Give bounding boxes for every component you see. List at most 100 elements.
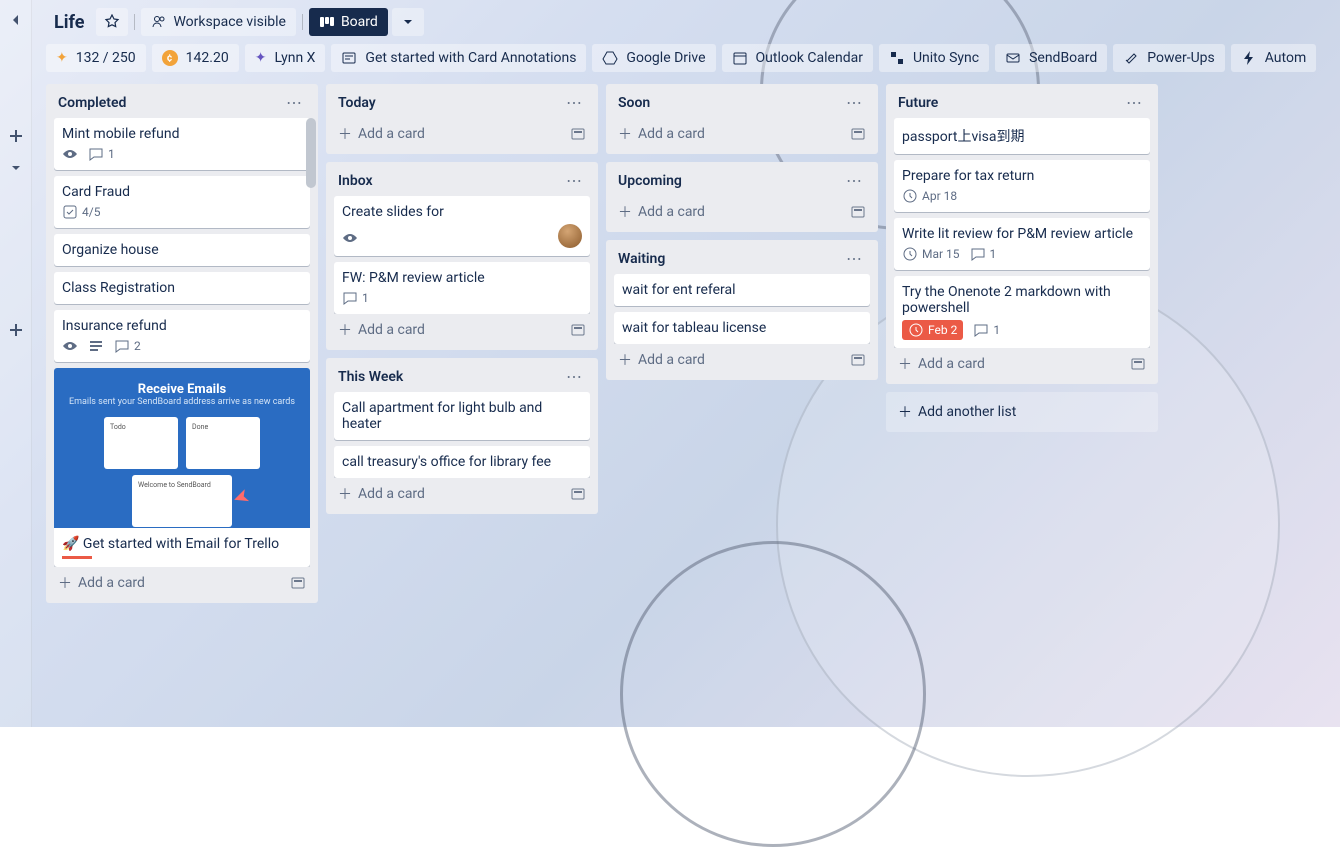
board-canvas[interactable]: Completed ⋯ Mint mobile refund1 Card Frau…	[42, 80, 1330, 720]
add-card-button[interactable]: ＋Add a card	[618, 202, 705, 222]
card[interactable]: FW: P&M review article1	[334, 262, 590, 314]
card-title: Card Fraud	[62, 184, 302, 200]
rail-add2-icon[interactable]	[4, 318, 28, 342]
template-button[interactable]	[290, 575, 306, 591]
powerup-drive[interactable]: Google Drive	[592, 44, 715, 72]
card[interactable]: Organize house	[54, 234, 310, 266]
rail-expand-icon[interactable]	[4, 156, 28, 180]
add-card-button[interactable]: ＋Add a card	[338, 124, 425, 144]
list-menu-button[interactable]: ⋯	[282, 94, 306, 112]
plus-icon: ＋	[58, 573, 72, 593]
member-avatar[interactable]	[558, 224, 582, 248]
credits-button[interactable]: ¢142.20	[152, 44, 239, 72]
due-badge: Apr 18	[902, 188, 957, 204]
add-list-button[interactable]: ＋Add another list	[886, 392, 1158, 432]
watch-badge	[342, 230, 358, 246]
board-view-button[interactable]: Board	[309, 8, 388, 36]
tool-label: SendBoard	[1029, 50, 1097, 66]
card[interactable]: Receive Emails Emails sent your SendBoar…	[54, 368, 310, 567]
card[interactable]: Insurance refund2	[54, 310, 310, 362]
comments-badge: 1	[88, 146, 115, 162]
workspace-visibility-button[interactable]: Workspace visible	[141, 8, 295, 36]
card[interactable]: Prepare for tax returnApr 18	[894, 160, 1150, 212]
template-button[interactable]	[570, 486, 586, 502]
left-rail	[0, 0, 32, 727]
add-card-button[interactable]: ＋Add a card	[618, 350, 705, 370]
tool-label: Google Drive	[626, 50, 705, 66]
rocket-icon	[1123, 50, 1139, 66]
add-card-button[interactable]: ＋Add a card	[338, 320, 425, 340]
card[interactable]: Call apartment for light bulb and heater	[334, 392, 590, 440]
card[interactable]: Mint mobile refund1	[54, 118, 310, 170]
comment-icon	[973, 322, 989, 338]
template-button[interactable]	[850, 204, 866, 220]
powerup-unito[interactable]: Unito Sync	[879, 44, 989, 72]
card[interactable]: passport上visa到期	[894, 118, 1150, 154]
list-title[interactable]: Upcoming	[618, 173, 682, 189]
template-button[interactable]	[850, 126, 866, 142]
powerup-sendboard[interactable]: SendBoard	[995, 44, 1107, 72]
template-button[interactable]	[850, 352, 866, 368]
card-title: Insurance refund	[62, 318, 302, 334]
list-title[interactable]: Soon	[618, 95, 650, 111]
due-overdue-badge: Feb 2	[902, 320, 963, 340]
card[interactable]: Card Fraud4/5	[54, 176, 310, 228]
rail-add-icon[interactable]	[4, 124, 28, 148]
card[interactable]: Create slides for	[334, 196, 590, 256]
template-button[interactable]	[1130, 356, 1146, 372]
rail-collapse-icon[interactable]	[4, 8, 28, 32]
card[interactable]: Write lit review for P&M review articleM…	[894, 218, 1150, 270]
list-title[interactable]: Waiting	[618, 251, 665, 267]
calendar-icon	[732, 50, 748, 66]
card[interactable]: call treasury's office for library fee	[334, 446, 590, 478]
plus-icon: ＋	[898, 354, 912, 374]
add-card-button[interactable]: ＋Add a card	[898, 354, 985, 374]
tool-label: Power-Ups	[1147, 50, 1214, 66]
cover-demo-card: Welcome to SendBoard	[132, 475, 232, 527]
butler-button[interactable]: ✦Lynn X	[245, 44, 326, 72]
card-title: wait for tableau license	[622, 320, 862, 336]
board-header: Life Workspace visible Board	[42, 0, 1330, 44]
list-menu-button[interactable]: ⋯	[842, 172, 866, 190]
plus-icon: ＋	[618, 350, 632, 370]
list-title[interactable]: Inbox	[338, 173, 373, 189]
comments-badge: 1	[973, 322, 1000, 338]
card[interactable]: wait for ent referal	[614, 274, 870, 306]
powerup-annotations[interactable]: Get started with Card Annotations	[331, 44, 586, 72]
list-menu-button[interactable]: ⋯	[562, 172, 586, 190]
list-title[interactable]: Completed	[58, 95, 126, 111]
points-button[interactable]: ✦132 / 250	[46, 44, 146, 72]
list-menu-button[interactable]: ⋯	[562, 368, 586, 386]
card[interactable]: Class Registration	[54, 272, 310, 304]
credits-label: 142.20	[186, 50, 229, 66]
eye-icon	[62, 338, 78, 354]
card-title: 🚀 Get started with Email for Trello	[62, 536, 302, 552]
list-title[interactable]: This Week	[338, 369, 403, 385]
list-menu-button[interactable]: ⋯	[842, 250, 866, 268]
card[interactable]: wait for tableau license	[614, 312, 870, 344]
scrollbar[interactable]	[306, 118, 316, 188]
add-card-button[interactable]: ＋Add a card	[58, 573, 145, 593]
board-title[interactable]: Life	[46, 12, 92, 33]
powerups-button[interactable]: Power-Ups	[1113, 44, 1224, 72]
template-button[interactable]	[570, 322, 586, 338]
star-button[interactable]	[96, 8, 128, 36]
card-title: FW: P&M review article	[342, 270, 582, 286]
list-menu-button[interactable]: ⋯	[562, 94, 586, 112]
plus-icon: ＋	[898, 402, 912, 422]
add-card-button[interactable]: ＋Add a card	[618, 124, 705, 144]
mail-icon	[1005, 50, 1021, 66]
template-button[interactable]	[570, 126, 586, 142]
add-card-button[interactable]: ＋Add a card	[338, 484, 425, 504]
card-title: Write lit review for P&M review article	[902, 226, 1142, 242]
list-menu-button[interactable]: ⋯	[1122, 94, 1146, 112]
comment-icon	[88, 146, 104, 162]
card[interactable]: Try the Onenote 2 markdown with powershe…	[894, 276, 1150, 348]
list-title[interactable]: Future	[898, 95, 938, 111]
list-inbox: Inbox ⋯ Create slides for FW: P&M review …	[326, 162, 598, 350]
automation-button[interactable]: Autom	[1231, 44, 1316, 72]
list-menu-button[interactable]: ⋯	[842, 94, 866, 112]
view-switch-button[interactable]	[392, 8, 424, 36]
powerup-outlook[interactable]: Outlook Calendar	[722, 44, 873, 72]
list-title[interactable]: Today	[338, 95, 376, 111]
